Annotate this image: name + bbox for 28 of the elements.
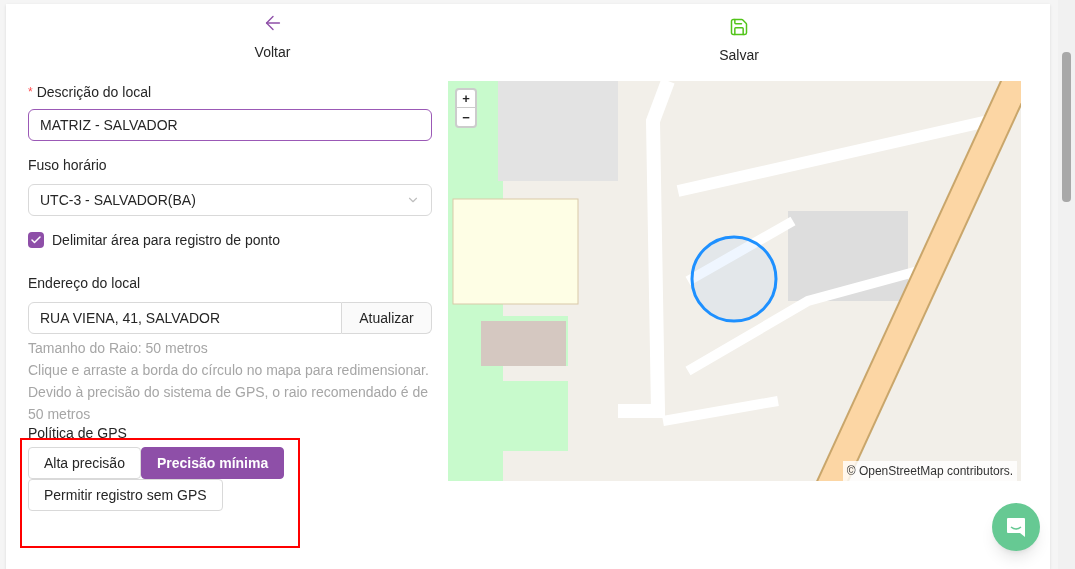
chat-icon <box>1005 516 1027 538</box>
zoom-in-button[interactable]: + <box>457 90 475 108</box>
map[interactable]: + − © OpenStreetMap contributors. <box>448 81 1021 481</box>
gps-policy-option[interactable]: Permitir registro sem GPS <box>28 479 223 511</box>
timezone-select[interactable]: UTC-3 - SALVADOR(BA) <box>28 184 432 216</box>
update-button[interactable]: Atualizar <box>342 302 432 334</box>
back-button[interactable]: Voltar <box>6 12 539 81</box>
hint-text: Devido à precisão do sistema de GPS, o raio recomendado é de 50 metros <box>28 383 429 424</box>
field-label: Descrição do local <box>36 82 152 102</box>
field-label: Fuso horário <box>28 156 108 175</box>
hint-text: Tamanho do Raio: 50 metros <box>28 339 209 358</box>
map-attribution: © OpenStreetMap contributors. <box>842 461 1017 481</box>
address-field[interactable]: RUA VIENA, 41, SALVADOR <box>28 302 342 334</box>
check-icon <box>30 234 42 246</box>
scrollbar[interactable] <box>1058 0 1075 569</box>
required-asterisk: * <box>28 84 33 101</box>
chat-button[interactable] <box>992 503 1040 551</box>
zoom-out-button[interactable]: − <box>457 108 475 126</box>
field-label: Política de GPS <box>28 425 128 443</box>
gps-policy-option[interactable]: Precisão mínima <box>140 447 285 479</box>
save-icon <box>729 17 749 37</box>
description-field[interactable]: MATRIZ - SALVADOR <box>28 109 432 141</box>
checkbox[interactable] <box>28 232 44 248</box>
gps-policy-option[interactable]: Alta precisão <box>28 447 141 479</box>
save-button[interactable]: Salvar <box>539 12 939 81</box>
field-label: Endereço do local <box>28 274 142 293</box>
checkbox-label: Delimitar área para registro de ponto <box>52 230 280 250</box>
hint-text: Clique e arraste a borda do círculo no mapa para redimensionar. <box>28 361 430 380</box>
